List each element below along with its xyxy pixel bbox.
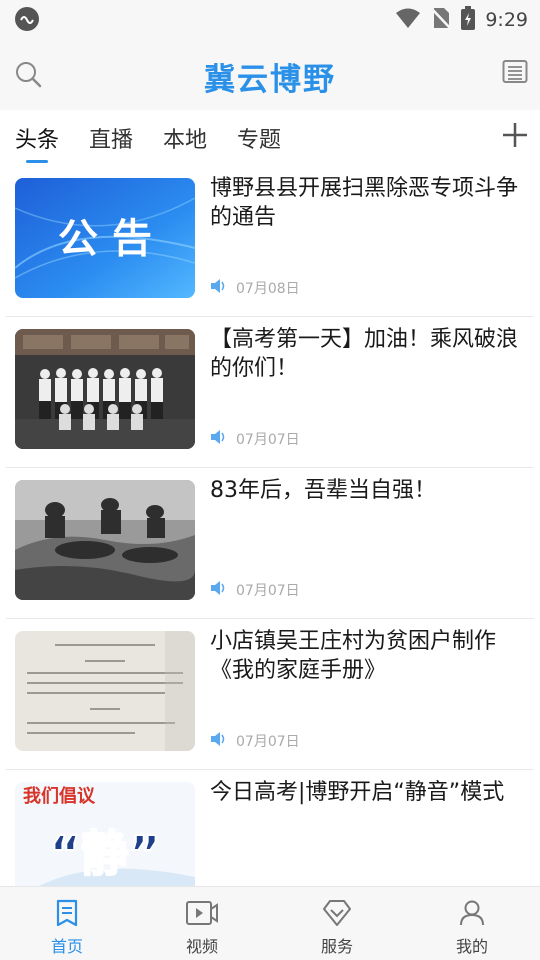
news-feed: 公 告 博野县县开展扫黑除恶专项斗争的通告 07月08日 【高考第一天】加油！乘…: [0, 166, 540, 886]
clock: 9:29: [485, 9, 528, 31]
audio-speaker-icon[interactable]: [210, 429, 228, 449]
nav-label: 服务: [320, 937, 353, 956]
news-title[interactable]: 今日高考|博野开启“静音”模式: [210, 778, 525, 807]
video-icon: [185, 901, 219, 931]
news-date: 07月07日: [236, 432, 300, 448]
news-item[interactable]: 83年后，吾辈当自强！ 07月07日: [0, 468, 540, 619]
nav-video[interactable]: 视频: [162, 899, 242, 957]
nav-profile[interactable]: 我的: [432, 899, 512, 957]
user-icon: [458, 900, 486, 931]
news-thumbnail: [15, 329, 195, 449]
news-thumbnail: 公 告: [15, 178, 195, 298]
status-bar: 9:29: [0, 0, 540, 40]
news-list-icon[interactable]: [502, 59, 528, 89]
nav-label: 首页: [50, 937, 83, 956]
news-thumbnail: 我们倡议 “静”: [15, 782, 195, 886]
news-date: 07月07日: [236, 583, 300, 599]
news-date: 07月07日: [236, 734, 300, 750]
news-item[interactable]: 【高考第一天】加油！乘风破浪的你们！ 07月07日: [0, 317, 540, 468]
audio-speaker-icon[interactable]: [210, 731, 228, 751]
app-header: 冀云博野: [0, 40, 540, 110]
news-item[interactable]: 我们倡议 “静” 今日高考|博野开启“静音”模式: [0, 770, 540, 886]
app-notification-icon: [14, 6, 40, 36]
app-title: 冀云博野: [204, 62, 336, 98]
nav-label: 我的: [455, 937, 488, 956]
news-item[interactable]: 公 告 博野县县开展扫黑除恶专项斗争的通告 07月08日: [0, 166, 540, 317]
news-date: 07月08日: [236, 281, 300, 297]
tab-live[interactable]: 直播: [89, 122, 133, 154]
add-channel-icon[interactable]: [500, 120, 530, 154]
thumbnail-caption: 公 告: [58, 216, 152, 262]
news-title[interactable]: 【高考第一天】加油！乘风破浪的你们！: [210, 325, 525, 383]
bottom-nav: 首页 视频 服务 我的: [0, 886, 540, 960]
nav-home[interactable]: 首页: [27, 899, 107, 957]
service-diamond-icon: [322, 900, 352, 931]
news-thumbnail: [15, 480, 195, 600]
tab-headlines[interactable]: 头条: [15, 122, 59, 154]
news-thumbnail: [15, 631, 195, 751]
tab-topics[interactable]: 专题: [237, 122, 281, 154]
news-title[interactable]: 博野县县开展扫黑除恶专项斗争的通告: [210, 174, 525, 232]
nav-service[interactable]: 服务: [297, 899, 377, 957]
no-sim-icon: [431, 7, 452, 33]
nav-label: 视频: [185, 937, 218, 956]
home-news-icon: [53, 899, 81, 931]
news-title[interactable]: 83年后，吾辈当自强！: [210, 476, 525, 505]
thumbnail-headline: “静”: [49, 826, 160, 882]
news-title[interactable]: 小店镇吴王庄村为贫困户制作《我的家庭手册》: [210, 627, 525, 685]
active-tab-indicator: [26, 160, 48, 163]
tab-local[interactable]: 本地: [163, 122, 207, 154]
news-item[interactable]: 小店镇吴王庄村为贫困户制作《我的家庭手册》 07月07日: [0, 619, 540, 770]
thumbnail-caption: 我们倡议: [23, 785, 96, 807]
audio-speaker-icon[interactable]: [210, 580, 228, 600]
battery-icon: [461, 6, 476, 34]
wifi-icon: [395, 7, 421, 33]
channel-tabs: 头条 直播 本地 专题: [0, 110, 540, 166]
audio-speaker-icon[interactable]: [210, 278, 228, 298]
